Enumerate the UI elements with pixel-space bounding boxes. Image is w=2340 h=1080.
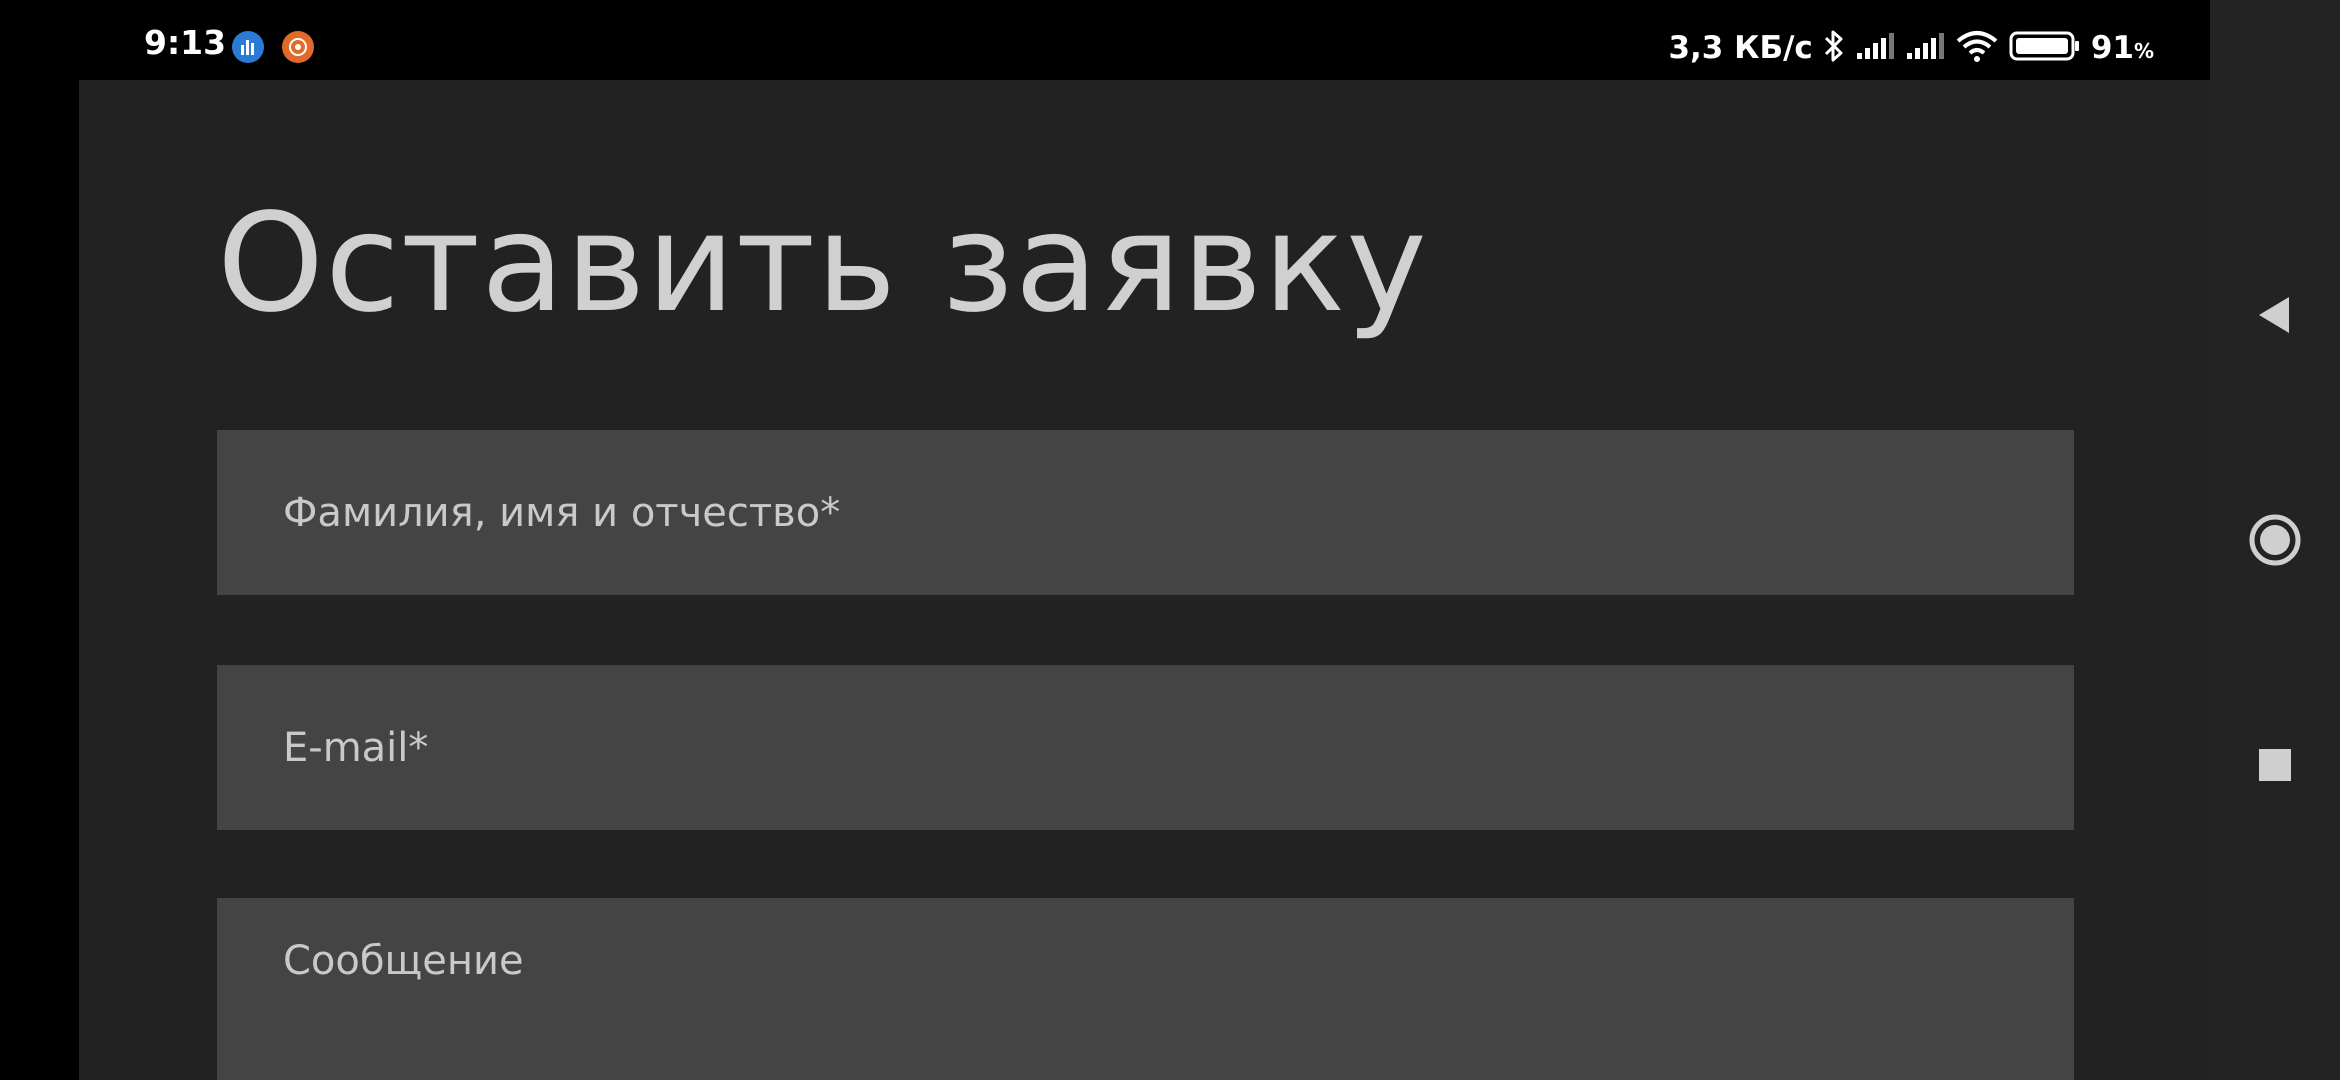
- page-title: Оставить заявку: [217, 185, 1428, 343]
- web-content: Оставить заявку Фамилия, имя и отчество*…: [79, 80, 2210, 1080]
- email-placeholder: E-mail*: [283, 724, 429, 771]
- battery-percent-unit: %: [2133, 38, 2154, 63]
- message-field[interactable]: Сообщение: [217, 898, 2074, 1080]
- status-time: 9:13: [144, 23, 227, 62]
- bluetooth-icon: [1823, 29, 1845, 67]
- notification-app-2-icon: [282, 31, 314, 63]
- status-indicators: 3,3 КБ/с 91%: [1668, 28, 2154, 68]
- signal-2-icon: [1905, 31, 1945, 65]
- signal-1-icon: [1855, 31, 1895, 65]
- message-placeholder: Сообщение: [283, 938, 524, 984]
- full-name-field[interactable]: Фамилия, имя и отчество*: [217, 430, 2074, 595]
- back-triangle-icon: [2259, 297, 2289, 333]
- home-button[interactable]: [2210, 510, 2340, 570]
- phone-screen: 9:13 3,3 КБ/с 91% Оставить заявку Фамили…: [0, 0, 2340, 1080]
- navigation-bar: [2210, 0, 2340, 1080]
- recents-square-icon: [2259, 749, 2291, 781]
- full-name-placeholder: Фамилия, имя и отчество*: [283, 489, 841, 536]
- notification-app-1-icon: [232, 31, 264, 63]
- status-bar: 9:13 3,3 КБ/с 91%: [0, 0, 2210, 80]
- network-speed: 3,3 КБ/с: [1668, 29, 1813, 66]
- home-circle-icon: [2249, 514, 2301, 566]
- email-field[interactable]: E-mail*: [217, 665, 2074, 830]
- back-button[interactable]: [2210, 285, 2340, 345]
- battery-percent: 91%: [2090, 29, 2154, 66]
- battery-percent-value: 91: [2090, 29, 2134, 66]
- battery-icon: [2009, 29, 2081, 67]
- recents-button[interactable]: [2210, 735, 2340, 795]
- wifi-icon: [1955, 29, 1999, 67]
